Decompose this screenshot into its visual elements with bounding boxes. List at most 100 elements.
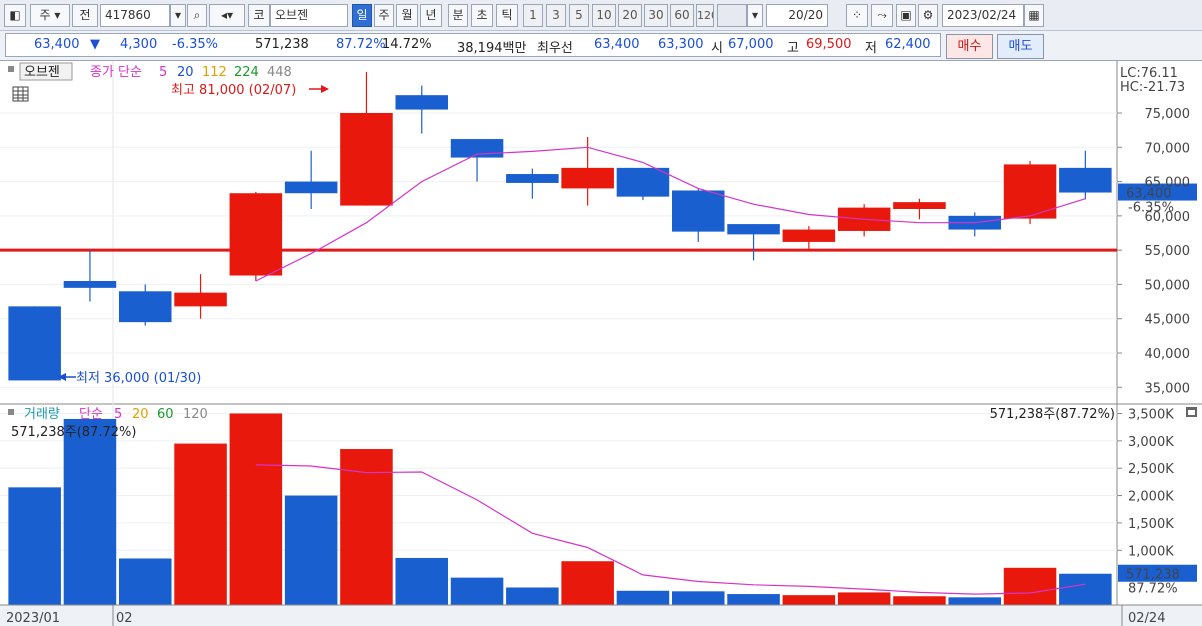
- lc-value: LC:76.11: [1120, 66, 1178, 81]
- interval-120[interactable]: 120: [696, 4, 714, 27]
- volume-bar[interactable]: [616, 590, 670, 605]
- legend-ma-224: 224: [234, 65, 259, 80]
- candle-body: [229, 193, 283, 276]
- candle-body: [893, 202, 946, 209]
- volume-bar[interactable]: [8, 487, 61, 605]
- best-ask: 63,400: [594, 37, 640, 52]
- volume-bar[interactable]: [506, 587, 559, 605]
- candle[interactable]: [1003, 161, 1057, 225]
- interval-3[interactable]: 3: [546, 4, 566, 27]
- volume-bar[interactable]: [395, 557, 449, 605]
- last-volume-percent: 87.72%: [1128, 582, 1178, 597]
- volume-legend-name: 거래량: [24, 407, 60, 422]
- chart-area[interactable]: 오브젠 종가 단순 5 20 112 224 448 최고 81,000 (02…: [0, 61, 1202, 626]
- period-year[interactable]: 년: [420, 4, 442, 27]
- stock-code-dropdown-icon[interactable]: ▾: [170, 4, 186, 27]
- volume-bar[interactable]: [450, 577, 504, 605]
- period-tick[interactable]: 틱: [496, 4, 518, 27]
- volume-bar[interactable]: [63, 418, 117, 605]
- search-icon[interactable]: ⌕: [187, 4, 207, 27]
- interval-20[interactable]: 20: [618, 4, 642, 27]
- volume-ratio: 87.72%: [336, 37, 386, 52]
- price-tick-label: 40,000: [1145, 347, 1191, 362]
- price-tick-label: 65,000: [1145, 176, 1191, 191]
- period-month[interactable]: 월: [396, 4, 418, 27]
- volume-bar[interactable]: [837, 592, 891, 605]
- volume-bar[interactable]: [1003, 567, 1057, 605]
- price-tick-label: 35,000: [1145, 381, 1191, 396]
- change-percent: -6.35%: [172, 37, 218, 52]
- market-type-label: 주: [39, 8, 51, 22]
- volume-bar[interactable]: [561, 561, 614, 605]
- compare-icon[interactable]: ⁘: [846, 4, 868, 27]
- custom-interval-dropdown-icon[interactable]: ▾: [747, 4, 763, 27]
- volume-bar[interactable]: [284, 495, 338, 605]
- count-input[interactable]: 20/20: [766, 4, 828, 27]
- panel-maximize-icon[interactable]: [1186, 407, 1197, 417]
- period-day[interactable]: 일: [352, 4, 372, 27]
- trade-amount: 38,194백만: [457, 41, 527, 56]
- volume-bar[interactable]: [229, 413, 283, 605]
- stock-name-field[interactable]: 오브젠: [270, 4, 348, 27]
- trend-icon[interactable]: ⤳: [871, 4, 893, 27]
- high-label: 고: [787, 41, 799, 56]
- volume-tick-label: 1,000K: [1128, 544, 1174, 559]
- volume-bar[interactable]: [727, 594, 780, 605]
- volume-bar[interactable]: [782, 595, 836, 605]
- candle-body: [8, 306, 61, 381]
- volume-bar[interactable]: [893, 596, 946, 605]
- candle-body: [284, 181, 338, 194]
- volume-current-right: 571,238주(87.72%): [990, 407, 1115, 422]
- change-arrow-icon: ▼: [90, 37, 100, 52]
- stock-chart[interactable]: 오브젠 종가 단순 5 20 112 224 448 최고 81,000 (02…: [0, 61, 1202, 626]
- period-minute[interactable]: 분: [448, 4, 468, 27]
- quote-bar: 63,400 ▼ 4,300 -6.35% 571,238 87.72% 14.…: [0, 31, 1202, 61]
- interval-1[interactable]: 1: [523, 4, 543, 27]
- period-second[interactable]: 초: [471, 4, 493, 27]
- prev-button[interactable]: 전: [72, 4, 98, 27]
- candle[interactable]: [8, 306, 61, 381]
- calendar-icon[interactable]: ▦: [1024, 4, 1044, 27]
- price-tick-label: 45,000: [1145, 313, 1191, 328]
- interval-30[interactable]: 30: [644, 4, 668, 27]
- market-type-select[interactable]: 주 ▾: [30, 4, 70, 27]
- custom-interval-select[interactable]: [717, 4, 747, 27]
- save-icon[interactable]: ▣: [896, 4, 916, 27]
- volume-bar[interactable]: [174, 443, 227, 605]
- best-bid: 63,300: [658, 37, 704, 52]
- sound-icon[interactable]: ◂▾: [209, 4, 245, 27]
- volume-legend-ma-5: 5: [114, 407, 122, 422]
- candle[interactable]: [229, 191, 283, 281]
- volume-tick-label: 2,500K: [1128, 462, 1174, 477]
- price-legend-marker: [8, 66, 14, 72]
- interval-60[interactable]: 60: [670, 4, 694, 27]
- sell-button[interactable]: 매도: [997, 34, 1044, 59]
- volume-bar[interactable]: [1059, 573, 1112, 605]
- count-value: 20: [788, 8, 804, 22]
- date-input[interactable]: 2023/02/24: [942, 4, 1024, 27]
- volume-legend-ma-20: 20: [132, 407, 149, 422]
- volume-bar[interactable]: [118, 558, 172, 605]
- gear-icon[interactable]: ⚙: [918, 4, 938, 27]
- legend-ma-448: 448: [267, 65, 292, 80]
- low-label: 저: [865, 41, 877, 56]
- grid-toggle-icon[interactable]: [12, 86, 29, 102]
- buy-button[interactable]: 매수: [946, 34, 993, 59]
- volume-bar[interactable]: [948, 597, 1002, 605]
- window-icon[interactable]: ◧: [4, 4, 26, 27]
- count-total: /20: [803, 8, 823, 22]
- volume-value: 571,238: [255, 37, 309, 52]
- stock-code-input[interactable]: 417860: [100, 4, 170, 27]
- period-week[interactable]: 주: [374, 4, 394, 27]
- market-code-button[interactable]: 코: [248, 4, 270, 27]
- last-volume-label: 571,238: [1126, 568, 1180, 583]
- quote-box: 63,400 ▼ 4,300 -6.35% 571,238 87.72% 14.…: [5, 33, 941, 57]
- candle[interactable]: [616, 167, 670, 201]
- volume-legend-ma-120: 120: [183, 407, 208, 422]
- volume-legend-ma-60: 60: [157, 407, 174, 422]
- candle-body: [450, 139, 504, 158]
- high-annotation: 최고 81,000 (02/07): [171, 83, 296, 98]
- interval-10[interactable]: 10: [592, 4, 616, 27]
- interval-5[interactable]: 5: [569, 4, 589, 27]
- volume-bar[interactable]: [671, 591, 725, 605]
